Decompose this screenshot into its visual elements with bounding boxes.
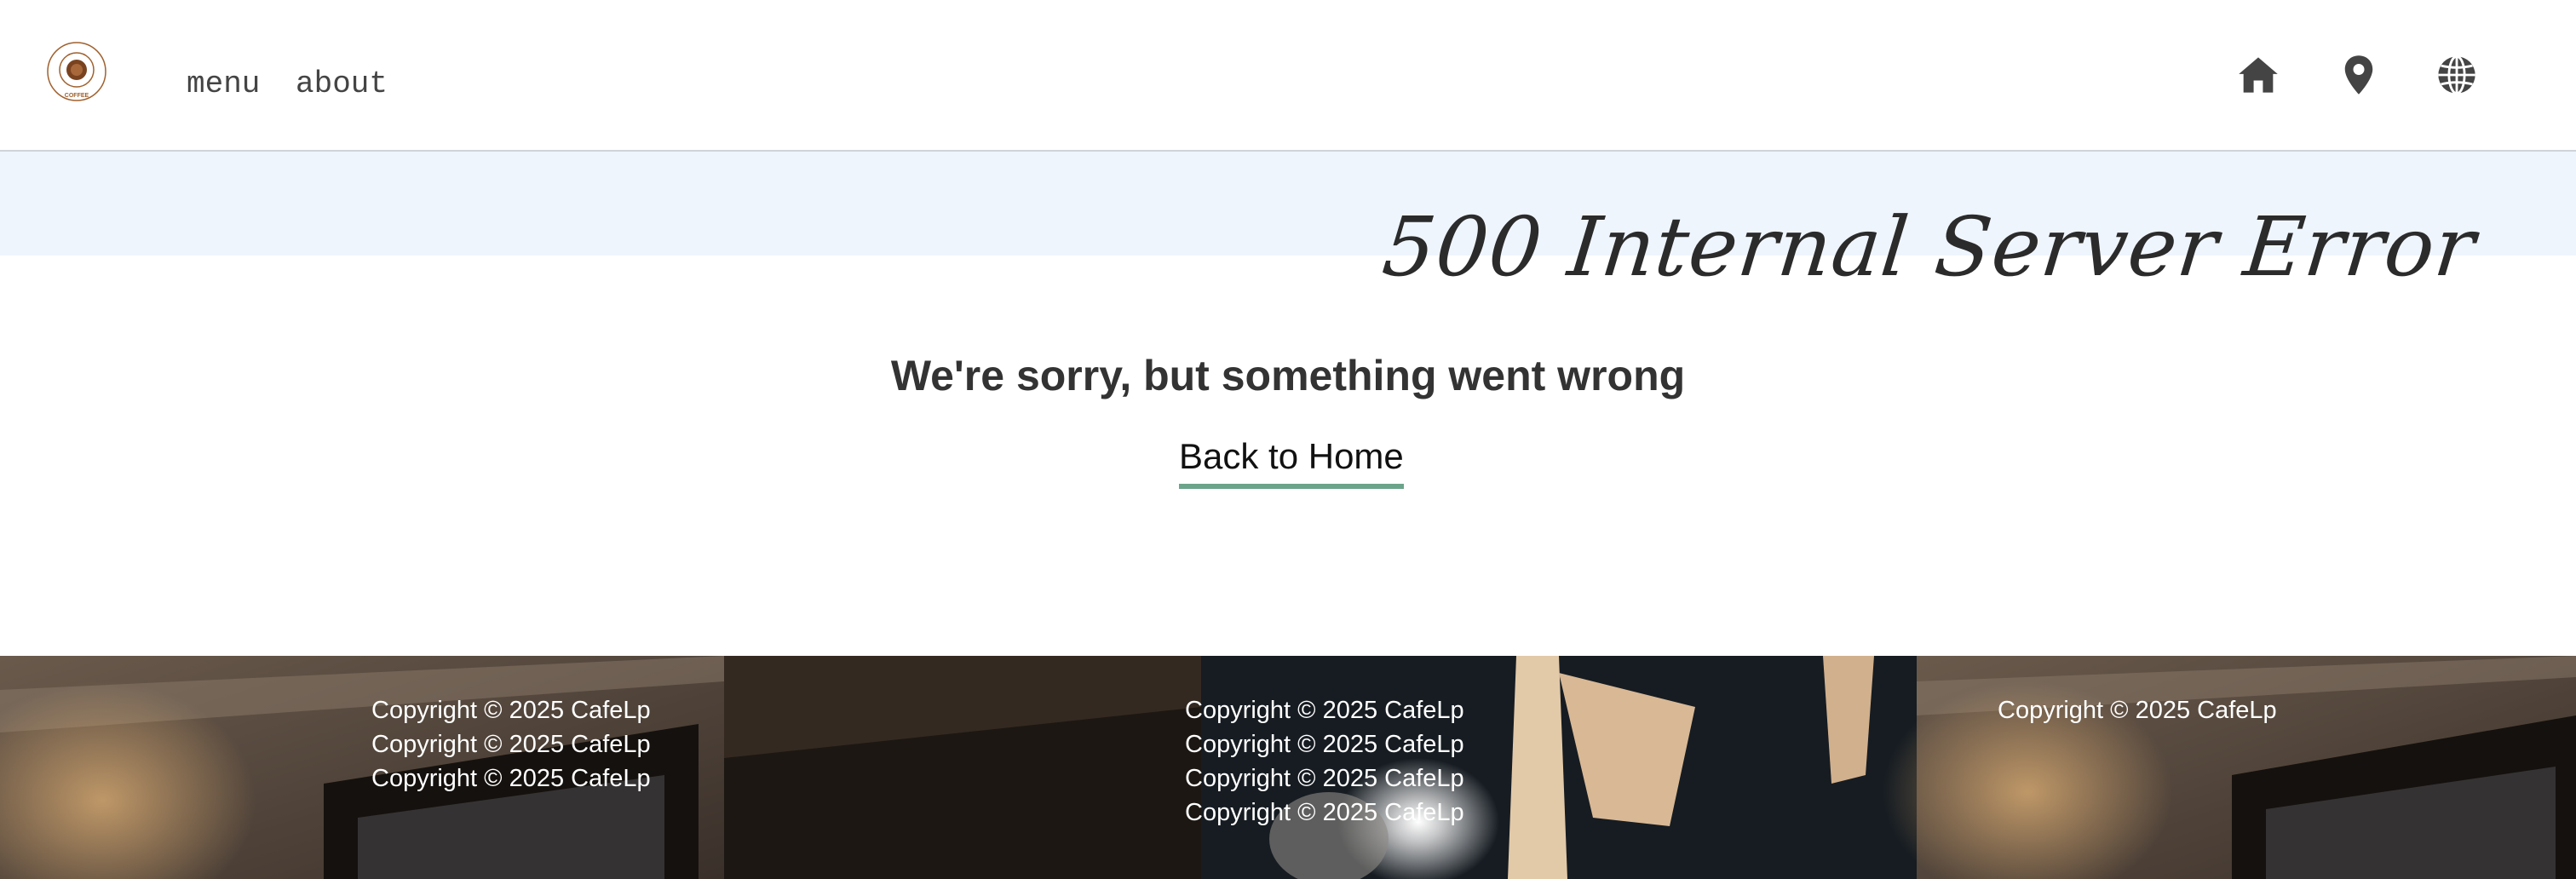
error-message: We're sorry, but something went wrong: [890, 352, 1686, 399]
copyright-text: Copyright © 2025 CafeLp: [371, 765, 651, 792]
copyright-text: Copyright © 2025 CafeLp: [371, 697, 651, 724]
copyright-text: Copyright © 2025 CafeLp: [1998, 697, 2277, 724]
error-title: 500 Internal Server Error: [1378, 199, 2481, 295]
copyright-text: Copyright © 2025 CafeLp: [1185, 765, 1464, 792]
footer-column-3: Copyright © 2025 CafeLp: [1998, 693, 2277, 727]
site-footer: Copyright © 2025 CafeLp Copyright © 2025…: [0, 656, 2576, 879]
nav-about-link[interactable]: about: [296, 66, 388, 101]
copyright-text: Copyright © 2025 CafeLp: [1185, 697, 1464, 724]
back-to-home-link[interactable]: Back to Home: [1179, 436, 1404, 489]
coffee-logo[interactable]: COFFEE: [43, 41, 111, 109]
copyright-text: Copyright © 2025 CafeLp: [371, 731, 651, 758]
nav-menu-link[interactable]: menu: [187, 66, 260, 101]
footer-column-1: Copyright © 2025 CafeLp Copyright © 2025…: [371, 693, 651, 796]
home-icon[interactable]: [2236, 53, 2280, 97]
location-pin-icon[interactable]: [2337, 53, 2381, 97]
copyright-text: Copyright © 2025 CafeLp: [1185, 799, 1464, 826]
footer-column-2: Copyright © 2025 CafeLp Copyright © 2025…: [1185, 693, 1464, 830]
copyright-text: Copyright © 2025 CafeLp: [1185, 731, 1464, 758]
site-header: COFFEE menu about: [0, 0, 2576, 152]
globe-icon[interactable]: [2435, 53, 2479, 97]
logo-text: COFFEE: [65, 93, 89, 99]
